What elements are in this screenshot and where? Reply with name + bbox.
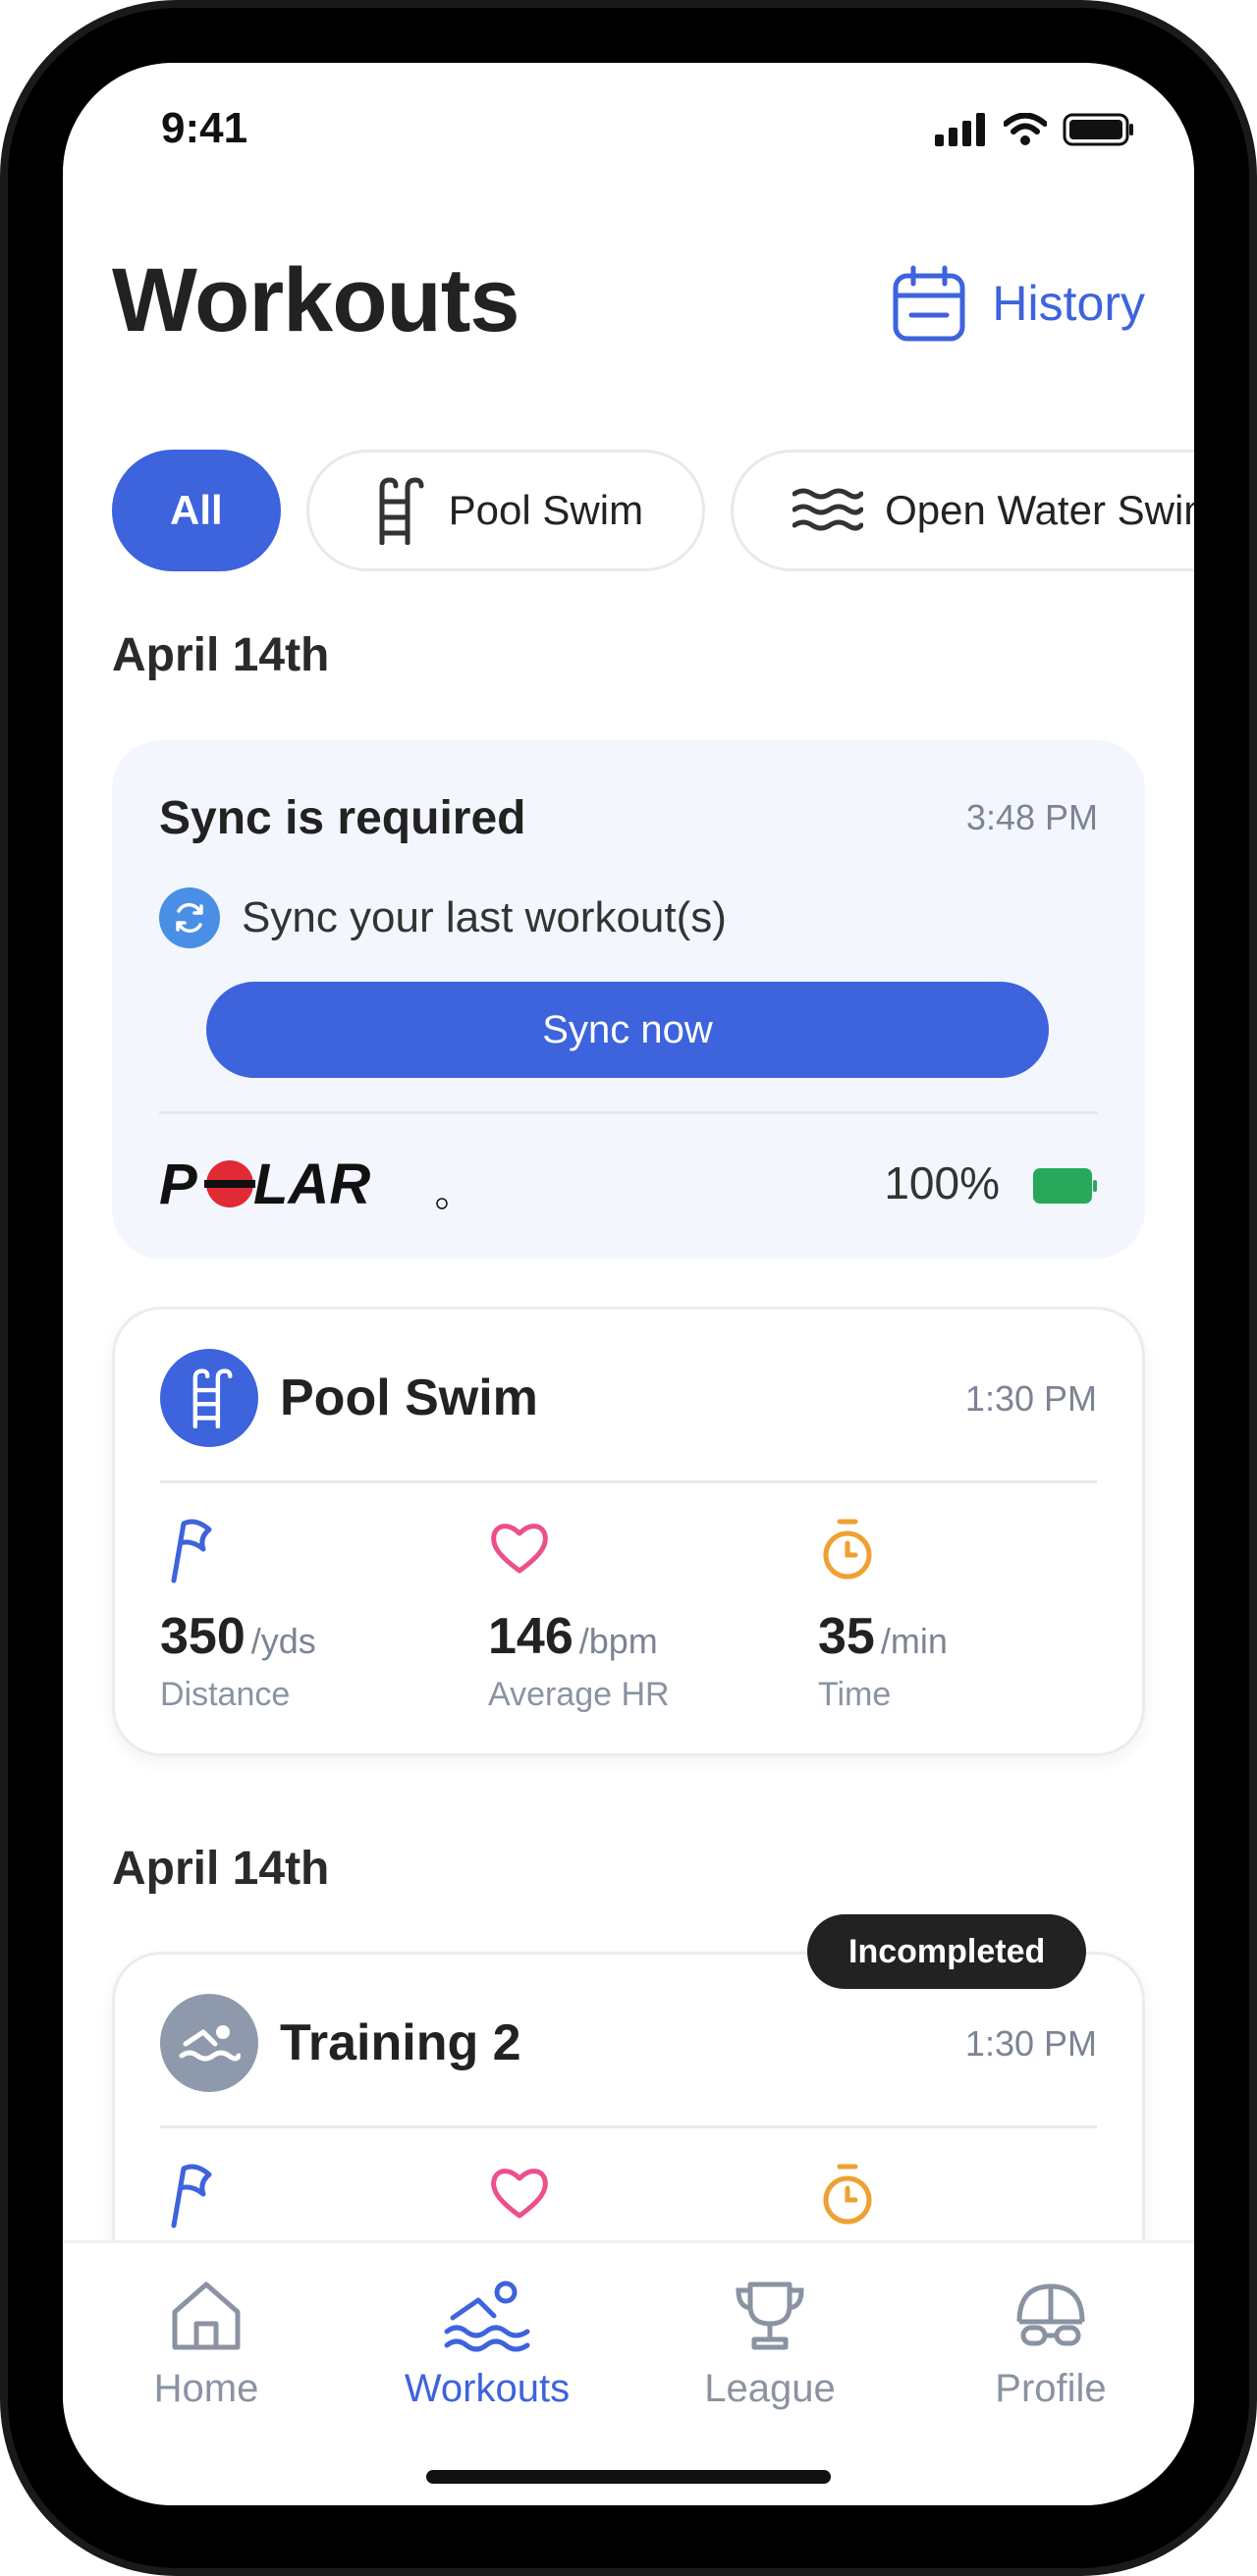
stat-time (818, 2161, 1113, 2234)
divider (160, 2125, 1097, 2128)
wifi-icon (1004, 113, 1047, 145)
stat-label: Distance (160, 1676, 291, 1713)
stopwatch-icon (823, 2164, 872, 2225)
tab-profile[interactable]: Profile (943, 2279, 1159, 2411)
stat-unit: /min (880, 1621, 948, 1661)
status-icons (935, 112, 1135, 147)
stopwatch-icon (823, 1519, 872, 1580)
status-badge-incompleted: Incompleted (807, 1914, 1087, 1989)
swimmer-icon (160, 1994, 258, 2092)
stat-average-hr (488, 2161, 783, 2234)
flag-icon (171, 1519, 212, 1583)
flag-icon (171, 2164, 212, 2228)
stat-label: Time (818, 1676, 892, 1713)
heart-icon (491, 2169, 548, 2219)
waves-icon (792, 488, 864, 531)
swim-cap-icon (1016, 2283, 1085, 2346)
section-date-heading: April 14th (112, 1843, 330, 1895)
tab-label: League (704, 2367, 836, 2410)
filter-chip-label: Pool Swim (448, 487, 644, 533)
filter-chip-all[interactable]: All (112, 450, 281, 571)
tab-workouts[interactable]: Workouts (379, 2279, 595, 2411)
workout-card[interactable]: Pool Swim 1:30 PM 350/yds Distance 146/b… (112, 1307, 1145, 1756)
home-indicator (426, 2470, 831, 2484)
stat-time: 35/min Time (818, 1516, 1113, 1714)
sync-now-button[interactable]: Sync now (206, 982, 1049, 1078)
sync-card-title: Sync is required (159, 792, 526, 844)
workout-time: 1:30 PM (964, 2023, 1097, 2064)
filter-chip-open-water-swim[interactable]: Open Water Swim (731, 450, 1194, 571)
workout-time: 1:30 PM (964, 1378, 1097, 1419)
stat-label: Average HR (488, 1676, 670, 1713)
stat-unit: /bpm (578, 1621, 658, 1661)
filter-chip-pool-swim[interactable]: Pool Swim (305, 450, 706, 571)
polar-logo: P LAR (159, 1153, 448, 1211)
device-battery-icon (1033, 1168, 1097, 1204)
stat-value: 350 (160, 1608, 246, 1665)
tab-league[interactable]: League (662, 2279, 878, 2411)
sync-card-time: 3:48 PM (965, 797, 1098, 837)
pool-ladder-icon (160, 1349, 258, 1447)
divider (159, 1111, 1098, 1114)
stat-average-hr: 146/bpm Average HR (488, 1516, 783, 1714)
history-label: History (992, 276, 1145, 331)
tab-home[interactable]: Home (98, 2279, 314, 2411)
app-screen: 9:41 Workouts History All Pool Swim Open… (63, 63, 1194, 2505)
workout-filter-chips: All Pool Swim Open Water Swim (112, 450, 1194, 571)
phone-frame: 9:41 Workouts History All Pool Swim Open… (0, 0, 1257, 2576)
sync-icon (159, 887, 220, 948)
device-battery-percent: 100% (884, 1157, 1000, 1208)
calendar-icon (893, 265, 965, 342)
stat-distance (160, 2161, 455, 2234)
svg-text:P: P (159, 1153, 197, 1211)
home-icon (172, 2281, 241, 2350)
status-bar: 9:41 (63, 63, 1194, 200)
tab-label: Workouts (404, 2367, 571, 2410)
workout-title: Training 2 (280, 2014, 521, 2071)
tab-label: Home (153, 2367, 259, 2410)
stat-distance: 350/yds Distance (160, 1516, 455, 1714)
workout-title: Pool Swim (280, 1369, 538, 1426)
battery-status-icon (1063, 113, 1133, 146)
stat-value: 35 (818, 1608, 875, 1665)
filter-chip-label: All (170, 487, 223, 533)
svg-text:LAR: LAR (253, 1153, 370, 1211)
status-time: 9:41 (161, 104, 248, 152)
stat-value: 146 (488, 1608, 574, 1665)
divider (160, 1480, 1097, 1483)
cellular-signal-icon (935, 113, 985, 146)
swim-icon (444, 2281, 530, 2352)
history-button[interactable]: History (892, 264, 1145, 343)
section-date-heading: April 14th (112, 629, 330, 681)
heart-icon (491, 1524, 548, 1574)
tab-label: Profile (995, 2367, 1107, 2410)
page-title: Workouts (112, 250, 520, 350)
stat-unit: /yds (250, 1621, 316, 1661)
bottom-tab-bar: Home Workouts League Profile (63, 2240, 1194, 2505)
sync-message: Sync your last workout(s) (242, 893, 727, 941)
trophy-icon (736, 2281, 804, 2350)
filter-chip-label: Open Water Swim (885, 487, 1194, 533)
sync-required-card: Sync is required 3:48 PM Sync your last … (112, 740, 1145, 1259)
sync-message-row: Sync your last workout(s) (159, 887, 727, 948)
pool-ladder-icon (379, 477, 424, 545)
